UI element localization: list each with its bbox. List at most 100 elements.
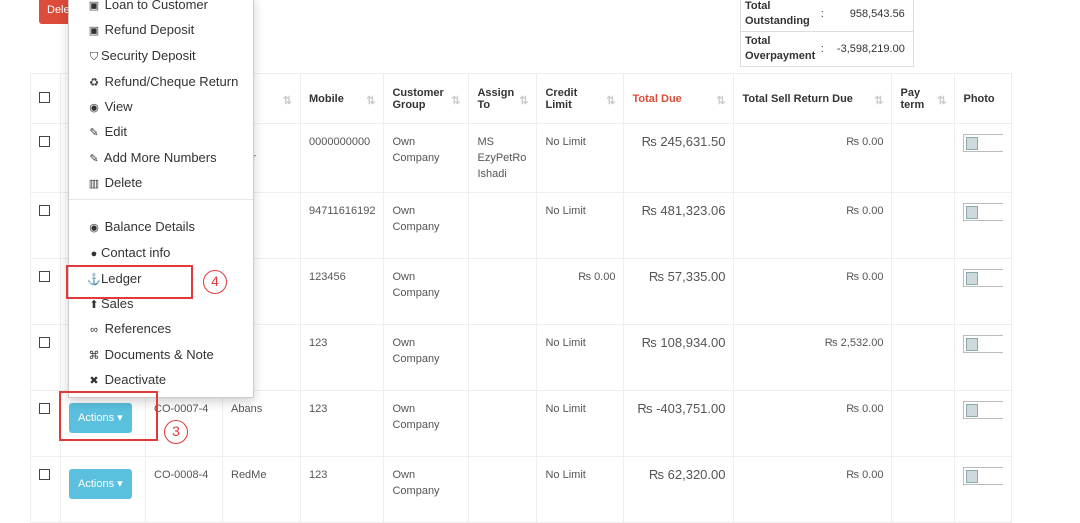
assign-to-cell: MS EzyPetRo Ishadi [468,123,538,193]
link-icon: ∞ [90,324,98,336]
total-outstanding-label: Total Outstanding [740,0,820,32]
mobile-cell: 94711616192 [299,192,385,259]
menu-item-loan-to-customer[interactable]: ▣ Loan to Customer [87,0,208,12]
pay-term-cell [891,192,956,259]
menu-item-view[interactable]: ◉ View [87,99,132,114]
assign-to-cell [468,192,538,259]
totals-summary: Total Outstanding : 958,543.56 Total Ove… [740,0,914,67]
total-due-cell: ₨ 245,631.50 [623,123,735,193]
mobile-cell: 123 [299,324,385,391]
pay-term-cell [891,258,956,325]
credit-limit-cell: ₨ 0.00 [536,258,625,325]
assign-to-cell [468,324,538,391]
col-customer-group[interactable]: Customer Group ⇅ [383,73,470,124]
row-checkbox[interactable] [39,205,50,216]
col-photo[interactable]: Photo [954,73,1013,124]
menu-item-security-deposit[interactable]: ⛉ Security Deposit [87,48,196,64]
total-overpayment-label: Total Overpayment [740,31,820,67]
total-sell-return-due-cell: ₨ 0.00 [733,192,893,259]
customer-group-cell: Own Company [383,456,470,523]
eye-icon: ◉ [89,102,99,114]
menu-divider [69,199,253,200]
pay-term-cell [891,324,956,391]
eye-icon: ◉ [89,222,99,234]
user-icon: ● [90,248,98,260]
annotation-number-3: 3 [164,420,188,444]
total-outstanding-value: 958,543.56 [825,0,914,32]
customer-group-cell: Own Company [383,258,470,325]
contact-id-cell: CO-0008-4 [145,456,223,523]
menu-item-delete[interactable]: ▥ Delete [87,175,142,190]
credit-limit-cell: No Limit [536,192,625,259]
total-due-cell: ₨ -403,751.00 [623,390,735,457]
row-checkbox[interactable] [39,337,50,348]
photo-thumbnail[interactable] [963,335,1004,353]
actions-dropdown-menu: ▣ Loan to Customer ▣ Refund Deposit ⛉ Sec… [68,0,254,398]
total-overpayment-value: -3,598,219.00 [825,31,914,67]
assign-to-cell [468,456,538,523]
col-total-due[interactable]: Total Due ⇅ [623,73,735,124]
menu-item-edit[interactable]: ✎ Edit [87,124,127,139]
assign-to-cell [468,258,538,325]
photo-thumbnail[interactable] [963,134,1004,152]
menu-item-refund-deposit[interactable]: ▣ Refund Deposit [87,22,194,37]
arrow-circle-up-icon: ⬆ [89,299,99,311]
customer-group-cell: Own Company [383,324,470,391]
credit-limit-cell: No Limit [536,390,625,457]
pay-term-cell [891,456,956,523]
photo-thumbnail[interactable] [963,467,1004,485]
total-sell-return-due-cell: ₨ 2,532.00 [733,324,893,391]
annotation-box-ledger [66,265,193,299]
total-due-cell: ₨ 481,323.06 [623,192,735,259]
menu-item-add-more-numbers[interactable]: ✎ Add More Numbers [87,150,216,165]
annotation-box-actions [59,391,158,441]
annotation-number-4: 4 [203,270,227,294]
menu-item-contact-info[interactable]: ● Contact info [87,245,171,260]
total-sell-return-due-cell: ₨ 0.00 [733,456,893,523]
col-total-sell-return-due[interactable]: Total Sell Return Due ⇅ [733,73,893,124]
row-checkbox[interactable] [39,271,50,282]
money-icon: ▣ [88,25,100,37]
col-credit-limit[interactable]: Credit Limit ⇅ [536,73,625,124]
credit-limit-cell: No Limit [536,324,625,391]
menu-item-balance-details[interactable]: ◉ Balance Details [87,219,195,234]
photo-thumbnail[interactable] [963,203,1004,221]
pay-term-cell [891,390,956,457]
menu-item-references[interactable]: ∞ References [87,321,171,336]
edit-icon: ✎ [89,153,99,165]
mobile-cell: 123 [299,390,385,457]
credit-limit-cell: No Limit [536,123,625,193]
actions-button[interactable]: Actions ▾ [69,469,132,499]
select-all-checkbox[interactable] [39,91,50,103]
menu-item-refund-cheque-return[interactable]: ♻ Refund/Cheque Return [87,74,238,89]
total-due-cell: ₨ 57,335.00 [623,258,735,325]
name-cell: RedMe [222,456,301,523]
assign-to-cell [468,390,538,457]
col-assign-to[interactable]: Assign To ⇅ [468,73,538,124]
row-checkbox[interactable] [39,403,50,414]
pay-term-cell [891,123,956,193]
credit-limit-cell: No Limit [536,456,625,523]
row-checkbox[interactable] [39,469,50,480]
mobile-cell: 123 [299,456,385,523]
paperclip-icon: ⌘ [88,350,100,362]
row-checkbox[interactable] [39,136,50,147]
col-mobile[interactable]: Mobile ⇅ [299,73,385,124]
menu-item-deactivate[interactable]: ✖ Deactivate [87,372,166,387]
customer-group-cell: Own Company [383,192,470,259]
total-due-cell: ₨ 108,934.00 [623,324,735,391]
mobile-cell: 123456 [299,258,385,325]
recycle-icon: ♻ [89,77,99,89]
customer-group-cell: Own Company [383,123,470,193]
total-sell-return-due-cell: ₨ 0.00 [733,258,893,325]
menu-item-documents-note[interactable]: ⌘ Documents & Note [87,347,214,362]
money-icon: ▣ [88,0,100,12]
table-row: Actions ▾ CO-0008-4 RedMe 123 Own Company No … [30,456,1013,523]
trash-icon: ▥ [88,178,100,190]
customer-group-cell: Own Company [383,390,470,457]
mobile-cell: 0000000000 [299,123,385,193]
total-due-cell: ₨ 62,320.00 [623,456,735,523]
photo-thumbnail[interactable] [963,401,1004,419]
col-pay-term[interactable]: Pay term ⇅ [891,73,956,124]
photo-thumbnail[interactable] [963,269,1004,287]
